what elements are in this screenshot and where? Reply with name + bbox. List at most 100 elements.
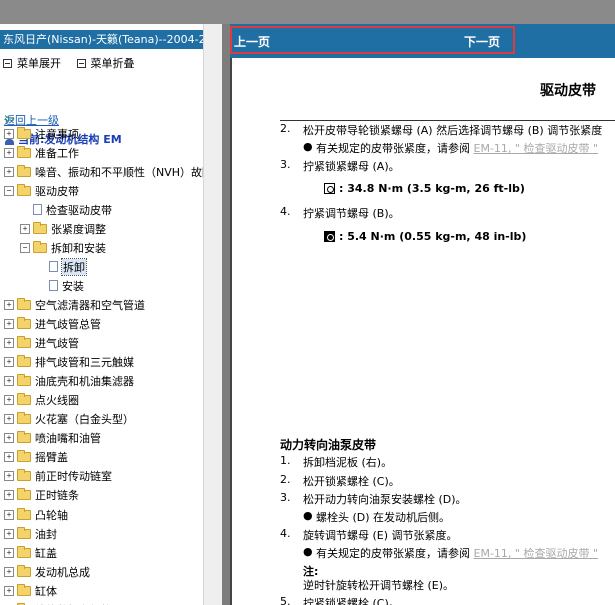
tree-item[interactable]: + 凸轮轴	[4, 506, 68, 523]
expand-icon[interactable]: +	[4, 299, 14, 310]
tree-item[interactable]: + 油封	[4, 525, 57, 542]
bullet-text: 有关规定的皮带张紧度，请参阅 EM-11, " 检查驱动皮带 "	[316, 545, 598, 561]
tree-item-label: 喷油嘴和油管	[35, 432, 101, 446]
bullet-text: 有关规定的皮带张紧度，请参阅 EM-11, " 检查驱动皮带 "	[316, 140, 598, 156]
folder-icon	[17, 183, 31, 196]
tree-item-label: 凸轮轴	[35, 508, 68, 522]
tree-item[interactable]: 安装	[36, 277, 84, 294]
step-number: 4.	[280, 205, 291, 218]
content-left-edge	[230, 24, 232, 605]
step-number: 1.	[280, 454, 291, 467]
step-number: 3.	[280, 491, 291, 504]
expand-icon[interactable]: +	[4, 490, 14, 501]
expand-icon[interactable]: +	[4, 452, 14, 463]
em11-link[interactable]: EM-11, " 检查驱动皮带 "	[474, 547, 599, 560]
expand-icon[interactable]: +	[4, 414, 14, 425]
expand-icon[interactable]: +	[4, 433, 14, 444]
content-pane: 上一页 下一页 驱动皮带 2. 松开皮带导轮锁紧螺母 (A) 然后选择调节螺母 …	[230, 24, 615, 605]
folder-icon	[17, 469, 31, 482]
tree-item[interactable]: + 准备工作	[4, 144, 79, 161]
expand-icon[interactable]: +	[4, 471, 14, 482]
tree-item[interactable]: + 发动机总成	[4, 563, 90, 580]
tree-item[interactable]: + 摇臂盖	[4, 449, 68, 466]
tree-item[interactable]: + 张紧度调整	[20, 220, 106, 237]
folder-icon	[17, 393, 31, 406]
step-number: 2.	[280, 473, 291, 486]
step-number: 5.	[280, 595, 291, 605]
expand-icon[interactable]: +	[4, 376, 14, 387]
expand-icon[interactable]: +	[4, 547, 14, 558]
tree-item-label: 发动机总成	[35, 565, 90, 579]
tree-item[interactable]: + 进气歧管总管	[4, 316, 101, 333]
folder-icon	[17, 355, 31, 368]
expand-icon[interactable]: +	[4, 128, 14, 139]
subsection-title: 动力转向油泵皮带	[280, 438, 377, 452]
prev-page-button[interactable]: 上一页	[234, 33, 270, 50]
tree-item-label: 检查驱动皮带	[46, 203, 112, 217]
tree-item[interactable]: 检查驱动皮带	[20, 201, 112, 218]
torque-wrench-icon	[324, 183, 335, 194]
tree-item[interactable]: + 火花塞（白金头型）	[4, 411, 134, 428]
document-icon	[49, 280, 58, 292]
torque-spec-1: : 34.8 N·m (3.5 kg-m, 26 ft-lb)	[324, 182, 525, 195]
collapse-icon[interactable]: −	[4, 185, 14, 196]
tree-item-label: 进气歧管总管	[35, 318, 101, 331]
folder-icon	[17, 488, 31, 501]
step-number: 2.	[280, 122, 291, 135]
expand-icon[interactable]: +	[20, 223, 30, 234]
em11-link[interactable]: EM-11, " 检查驱动皮带 "	[474, 142, 599, 155]
expand-icon[interactable]: +	[4, 319, 14, 329]
tree-item[interactable]: + 油底壳和机油集滤器	[4, 373, 134, 390]
next-page-button[interactable]: 下一页	[464, 33, 500, 50]
tree-item[interactable]: + 喷油嘴和油管	[4, 430, 101, 447]
expand-icon[interactable]: +	[4, 357, 14, 368]
collapse-icon[interactable]: −	[20, 242, 30, 253]
tree-item[interactable]: + 前正时传动链室	[4, 468, 112, 485]
tree-item[interactable]: +维修数据和规格（SDS）	[4, 601, 156, 605]
tree-item[interactable]: + 缸体	[4, 582, 57, 599]
expand-icon[interactable]: +	[4, 166, 14, 177]
expand-icon[interactable]: +	[4, 338, 14, 349]
folder-icon	[17, 317, 31, 329]
folder-icon	[17, 583, 31, 596]
step-text: 松开动力转向油泵安装螺栓 (D)。	[303, 493, 467, 506]
tree-item[interactable]: + 缸盖	[4, 544, 57, 561]
step-text: 旋转调节螺母 (E) 调节张紧度。	[303, 529, 458, 542]
tree-item[interactable]: + 点火线圈	[4, 392, 79, 409]
expand-icon[interactable]: +	[4, 585, 14, 596]
expand-icon[interactable]: +	[4, 395, 14, 406]
left-scrollbar[interactable]	[203, 24, 223, 605]
tree-item[interactable]: + 正时链条	[4, 487, 79, 504]
torque-spec-2: : 5.4 N·m (0.55 kg-m, 48 in-lb)	[324, 230, 526, 243]
vehicle-title: 东风日产(Nissan)-天籁(Teana)--2004-2008	[0, 30, 206, 49]
step-text: 松开皮带导轮锁紧螺母 (A) 然后选择调节螺母 (B) 调节张紧度	[303, 124, 603, 137]
pane-divider[interactable]	[222, 24, 230, 605]
tree-item[interactable]: 拆卸	[36, 257, 87, 276]
tree-item-label: 摇臂盖	[35, 451, 68, 465]
tree-item[interactable]: − 驱动皮带	[4, 182, 79, 199]
tree-item-label: 排气歧管和三元触媒	[35, 356, 134, 370]
tree-item[interactable]: + 注意事项	[4, 125, 79, 142]
list-icon	[3, 58, 12, 68]
tree-item[interactable]: + 噪音、振动和不平顺性（NVH）故障	[4, 163, 213, 180]
expand-icon[interactable]: +	[4, 509, 14, 520]
menu-collapse-button[interactable]: 菜单折叠	[76, 55, 135, 71]
tree-item[interactable]: + 进气歧管	[4, 335, 79, 352]
step-text: 拧紧锁紧螺栓 (C)。	[303, 597, 400, 605]
torque-wrench-icon	[324, 231, 335, 242]
page-nav-bar: 上一页 下一页	[230, 24, 615, 58]
torque-value-1: : 34.8 N·m (3.5 kg-m, 26 ft-lb)	[339, 182, 525, 195]
menu-expand-button[interactable]: 菜单展开	[3, 55, 61, 71]
tree-item-label: 驱动皮带	[35, 184, 79, 198]
torque-value-2: : 5.4 N·m (0.55 kg-m, 48 in-lb)	[339, 230, 527, 243]
expand-icon[interactable]: +	[4, 147, 14, 158]
bullet: ●	[303, 509, 313, 522]
tree-item[interactable]: + 空气滤清器和空气管道	[4, 296, 145, 313]
folder-icon	[33, 240, 47, 253]
expand-icon[interactable]: +	[4, 528, 14, 539]
tree-item[interactable]: + 排气歧管和三元触媒	[4, 354, 134, 371]
tree-item-label: 注意事项	[35, 127, 79, 141]
bullet-text-main: 有关规定的皮带张紧度，请参阅	[316, 547, 474, 560]
expand-icon[interactable]: +	[4, 566, 14, 577]
tree-item[interactable]: − 拆卸和安装	[20, 239, 106, 256]
